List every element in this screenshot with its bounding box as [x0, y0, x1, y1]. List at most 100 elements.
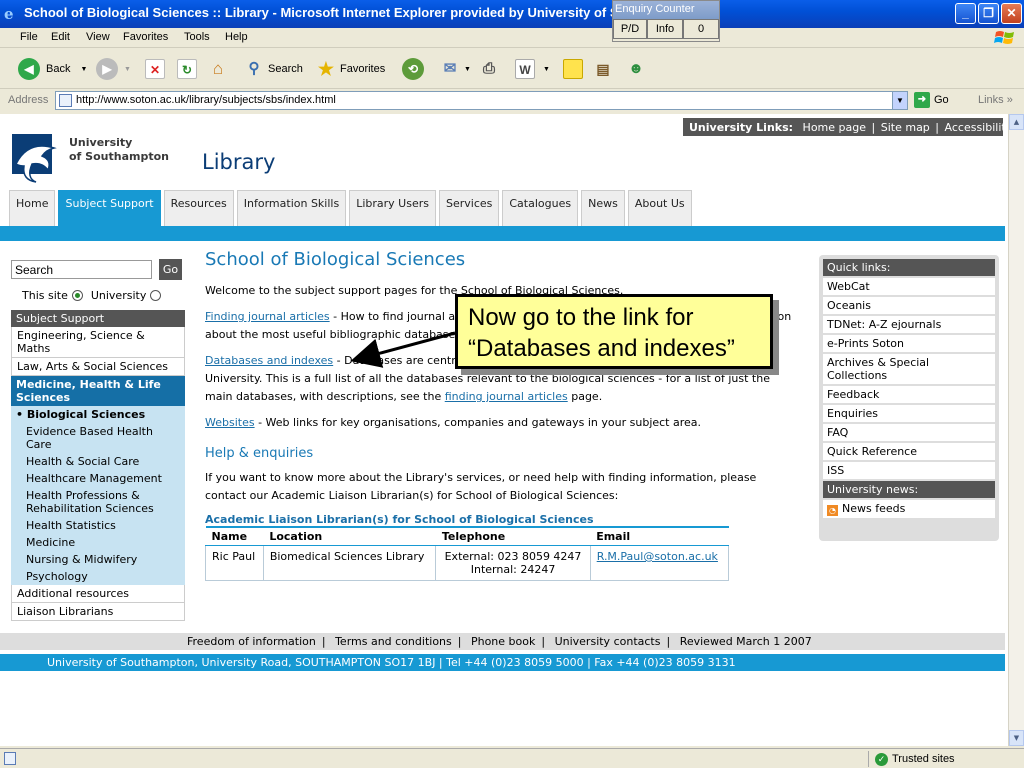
- university-links-label: University Links:: [689, 121, 794, 134]
- vertical-scrollbar[interactable]: ▲ ▼: [1008, 114, 1024, 746]
- quick-link-webcat[interactable]: WebCat: [823, 278, 995, 295]
- sidebar-subitem-health-professions[interactable]: Health Professions & Rehabilitation Scie…: [11, 487, 185, 517]
- restore-button[interactable]: ❐: [978, 3, 999, 24]
- quick-link-tdnet[interactable]: TDNet: A-Z ejournals: [823, 316, 995, 333]
- uni-link-home[interactable]: Home page: [803, 121, 866, 134]
- sidebar-item-liaison-librarians[interactable]: Liaison Librarians: [11, 603, 185, 621]
- uni-link-accessibility[interactable]: Accessibility: [945, 121, 1008, 134]
- print-button[interactable]: ⎙: [479, 57, 499, 81]
- tab-library-users[interactable]: Library Users: [349, 190, 436, 226]
- edit-word-button[interactable]: W ▼: [515, 57, 550, 81]
- sidebar-item-biological-sciences[interactable]: • Biological Sciences: [11, 406, 185, 423]
- university-radio[interactable]: [150, 290, 162, 301]
- address-dropdown-icon[interactable]: ▼: [892, 92, 907, 109]
- this-site-radio[interactable]: [71, 290, 83, 301]
- stop-button[interactable]: ✕: [145, 57, 165, 81]
- news-feeds-link[interactable]: ◔ News feeds: [823, 500, 995, 518]
- forward-button[interactable]: ▶ ▼: [96, 57, 131, 81]
- tab-catalogues[interactable]: Catalogues: [502, 190, 579, 226]
- search-button[interactable]: ⚲ Search: [244, 57, 303, 81]
- sidebar-subitem-healthcare-mgmt[interactable]: Healthcare Management: [11, 470, 185, 487]
- mail-dropdown-icon[interactable]: ▼: [464, 66, 471, 73]
- close-button[interactable]: ✕: [1001, 3, 1022, 24]
- menu-view[interactable]: View: [86, 31, 110, 43]
- quick-link-quick-reference[interactable]: Quick Reference: [823, 443, 995, 460]
- websites-link[interactable]: Websites: [205, 416, 255, 429]
- university-logo[interactable]: University of Southampton: [12, 134, 172, 186]
- menu-edit[interactable]: Edit: [51, 31, 70, 43]
- footer-link-phone-book[interactable]: Phone book: [471, 635, 535, 648]
- back-dropdown-icon[interactable]: ▼: [80, 66, 87, 73]
- title-bar: e School of Biological Sciences :: Libra…: [0, 0, 1024, 28]
- footer-link-terms[interactable]: Terms and conditions: [335, 635, 452, 648]
- back-button[interactable]: ◀ Back ▼: [18, 57, 87, 81]
- quick-link-iss[interactable]: ISS: [823, 462, 995, 479]
- uni-link-sitemap[interactable]: Site map: [881, 121, 930, 134]
- scroll-down-icon[interactable]: ▼: [1009, 730, 1024, 746]
- quick-link-faq[interactable]: FAQ: [823, 424, 995, 441]
- minimize-button[interactable]: _: [955, 3, 976, 24]
- enquiry-count: 0: [683, 19, 719, 39]
- edit-dropdown-icon[interactable]: ▼: [543, 66, 550, 73]
- info-button[interactable]: Info: [647, 19, 683, 39]
- sidebar-item-engineering[interactable]: Engineering, Science & Maths: [11, 327, 185, 358]
- page-viewport: University Links: Home page | Site map |…: [0, 114, 1008, 746]
- tab-resources[interactable]: Resources: [163, 190, 234, 226]
- table-row: Ric Paul Biomedical Sciences Library Ext…: [205, 545, 730, 581]
- research-button[interactable]: ▤: [593, 57, 613, 81]
- help-heading: Help & enquiries: [205, 446, 314, 461]
- tab-about-us[interactable]: About Us: [627, 190, 692, 226]
- tab-news[interactable]: News: [581, 190, 625, 226]
- address-input[interactable]: http://www.soton.ac.uk/library/subjects/…: [55, 91, 908, 110]
- sidebar-subitem-nursing[interactable]: Nursing & Midwifery: [11, 551, 185, 568]
- tab-services[interactable]: Services: [438, 190, 500, 226]
- quick-link-feedback[interactable]: Feedback: [823, 386, 995, 403]
- forward-dropdown-icon[interactable]: ▼: [124, 66, 131, 73]
- col-email: Email: [590, 526, 729, 546]
- site-search-input[interactable]: [11, 260, 152, 279]
- finding-journal-articles-link[interactable]: Finding journal articles: [205, 310, 330, 323]
- this-site-label: This site: [22, 289, 68, 302]
- tab-home[interactable]: Home: [9, 190, 56, 226]
- notes-button[interactable]: [563, 57, 583, 81]
- footer-link-contacts[interactable]: University contacts: [555, 635, 661, 648]
- tab-information-skills[interactable]: Information Skills: [236, 190, 347, 226]
- messenger-button[interactable]: ☻: [626, 57, 646, 81]
- quick-link-oceanis[interactable]: Oceanis: [823, 297, 995, 314]
- university-label: University: [90, 289, 147, 302]
- stop-icon: ✕: [145, 59, 165, 79]
- menu-favorites[interactable]: Favorites: [123, 31, 168, 43]
- sidebar-subitem-psychology[interactable]: Psychology: [11, 568, 185, 585]
- menu-tools[interactable]: Tools: [184, 31, 210, 43]
- sidebar-subitem-health-statistics[interactable]: Health Statistics: [11, 517, 185, 534]
- cell-email: R.M.Paul@soton.ac.uk: [589, 545, 730, 581]
- quick-link-eprints[interactable]: e-Prints Soton: [823, 335, 995, 352]
- databases-and-indexes-link[interactable]: Databases and indexes: [205, 354, 333, 367]
- menu-help[interactable]: Help: [225, 31, 248, 43]
- refresh-button[interactable]: ↻: [177, 57, 197, 81]
- menu-file[interactable]: File: [20, 31, 38, 43]
- col-location: Location: [263, 526, 436, 546]
- footer-link-foi[interactable]: Freedom of information: [187, 635, 316, 648]
- home-button[interactable]: ⌂: [208, 57, 228, 81]
- sidebar-subitem-health-social[interactable]: Health & Social Care: [11, 453, 185, 470]
- go-button[interactable]: ➜ Go: [914, 92, 949, 108]
- tab-subject-support[interactable]: Subject Support: [58, 190, 161, 226]
- email-link[interactable]: R.M.Paul@soton.ac.uk: [597, 550, 718, 563]
- cell-location: Biomedical Sciences Library: [262, 545, 437, 581]
- sidebar-item-medicine-health[interactable]: Medicine, Health & Life Sciences: [11, 376, 185, 406]
- scroll-up-icon[interactable]: ▲: [1009, 114, 1024, 130]
- pd-button[interactable]: P/D: [613, 19, 647, 39]
- sidebar-item-additional-resources[interactable]: Additional resources: [11, 585, 185, 603]
- history-button[interactable]: ⟲: [402, 57, 424, 81]
- sidebar-subitem-evidence[interactable]: Evidence Based Health Care: [11, 423, 185, 453]
- mail-button[interactable]: ✉ ▼: [440, 57, 471, 81]
- links-toolbar[interactable]: Links »: [978, 94, 1013, 106]
- finding-journal-articles-link-2[interactable]: finding journal articles: [445, 390, 568, 403]
- favorites-button[interactable]: ★ Favorites: [316, 57, 385, 81]
- quick-link-archives[interactable]: Archives & Special Collections: [823, 354, 995, 384]
- sidebar-item-law-arts[interactable]: Law, Arts & Social Sciences: [11, 358, 185, 376]
- search-go-button[interactable]: Go: [159, 259, 182, 280]
- quick-link-enquiries[interactable]: Enquiries: [823, 405, 995, 422]
- sidebar-subitem-medicine[interactable]: Medicine: [11, 534, 185, 551]
